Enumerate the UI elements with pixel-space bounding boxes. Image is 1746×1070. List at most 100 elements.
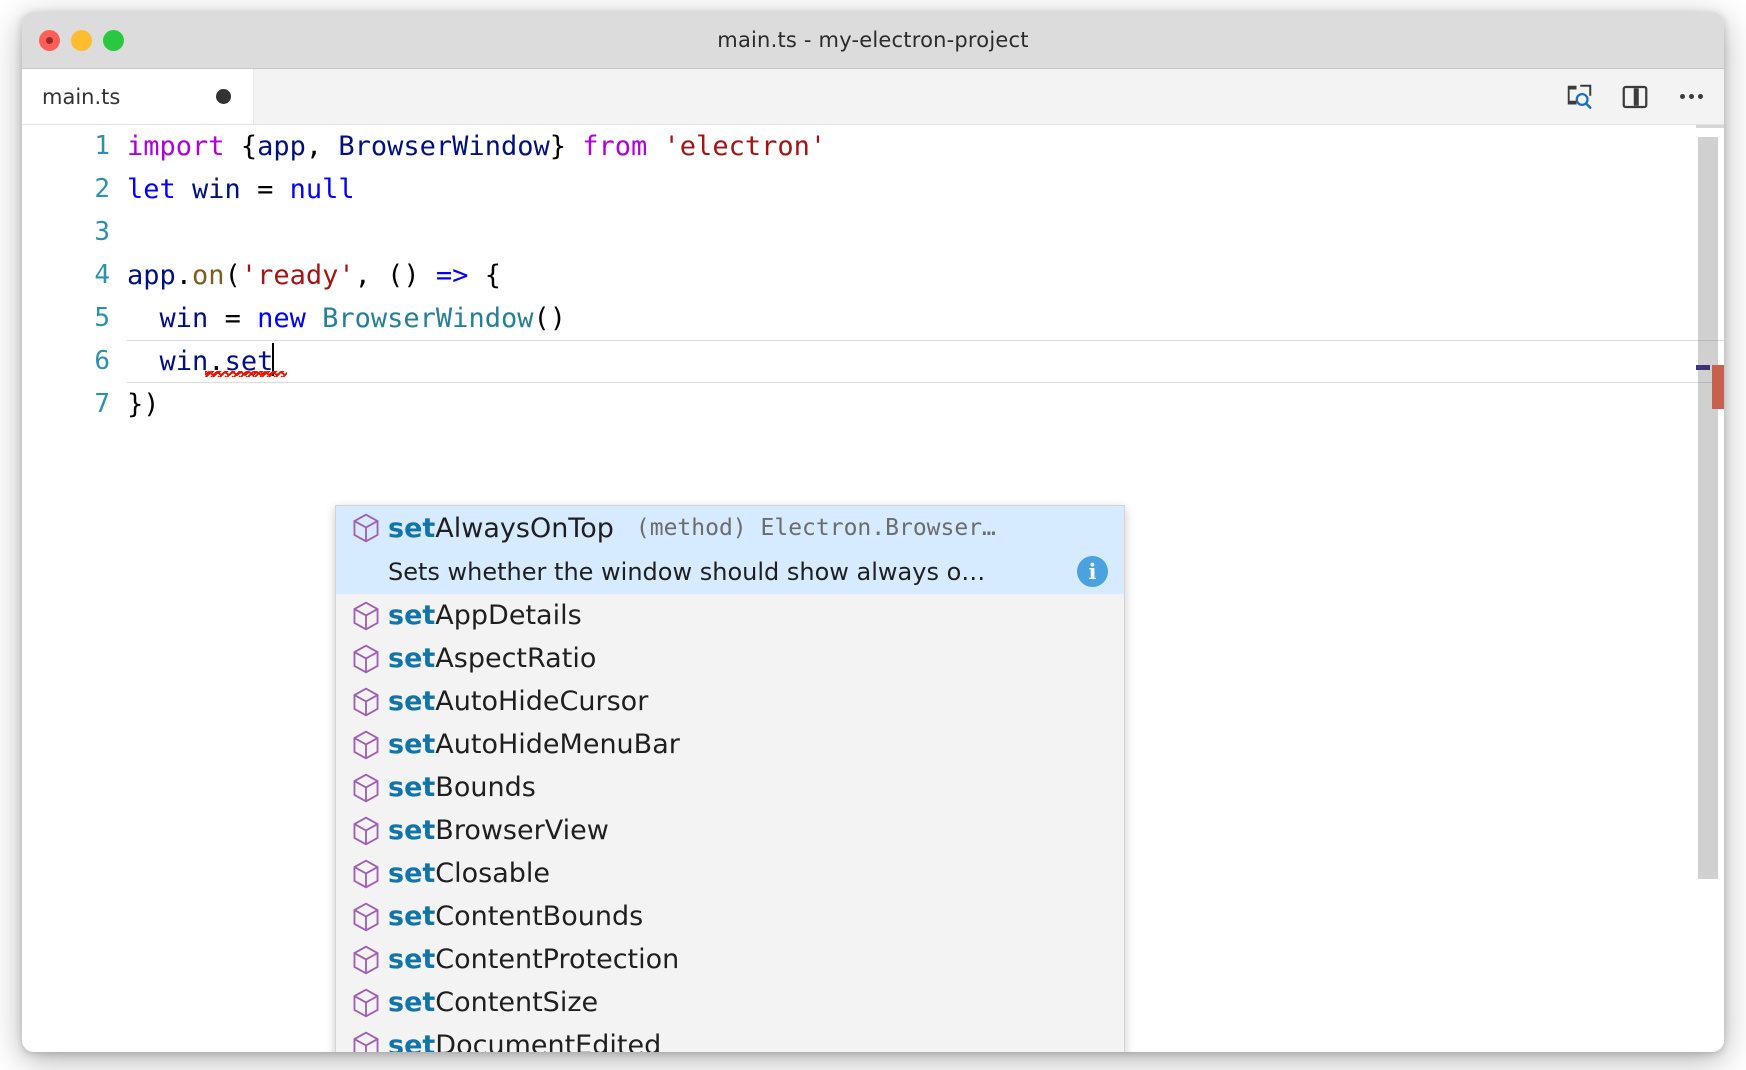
suggest-match-prefix: set	[388, 815, 435, 846]
split-editor-icon[interactable]	[1620, 82, 1650, 112]
ellipsis-glyph	[1680, 94, 1703, 99]
suggest-item-label: setClosable	[388, 858, 550, 889]
line-number: 7	[22, 383, 127, 426]
method-icon	[350, 815, 382, 847]
traffic-light-group	[39, 30, 124, 51]
suggest-widget[interactable]: setAlwaysOnTop (method) Electron.Browser…	[335, 505, 1125, 1052]
overview-error-marker[interactable]	[1712, 365, 1724, 409]
method-icon	[350, 987, 382, 1019]
suggest-item-label: setAutoHideMenuBar	[388, 729, 680, 760]
method-icon	[350, 1030, 382, 1053]
method-icon	[350, 772, 382, 804]
suggest-label-rest: ContentBounds	[435, 901, 643, 932]
suggest-match-prefix: set	[388, 729, 435, 760]
line-text: win = new BrowserWindow()	[127, 297, 566, 340]
line-number: 3	[22, 211, 127, 254]
code-line: 4 app.on('ready', () => {	[22, 254, 1724, 297]
suggest-item-label: setBounds	[388, 772, 536, 803]
info-icon[interactable]: i	[1077, 556, 1108, 587]
suggest-match-prefix: set	[388, 858, 435, 889]
suggest-item-selected[interactable]: setAlwaysOnTop (method) Electron.Browser…	[336, 506, 1124, 594]
maximize-button[interactable]	[103, 30, 124, 51]
suggest-match-prefix: set	[388, 600, 435, 631]
suggest-item[interactable]: setAutoHideMenuBar	[336, 723, 1124, 766]
error-squiggle	[205, 371, 287, 377]
suggest-item-container: setAppDetailssetAspectRatiosetAutoHideCu…	[336, 594, 1124, 1052]
suggest-item[interactable]: setContentSize	[336, 981, 1124, 1024]
code-line: 5 win = new BrowserWindow()	[22, 297, 1724, 340]
suggest-item[interactable]: setAutoHideCursor	[336, 680, 1124, 723]
code-line-current: 6 win.set	[22, 340, 1724, 383]
suggest-label-rest: AlwaysOnTop	[435, 513, 614, 544]
tab-main-ts[interactable]: main.ts	[22, 69, 254, 124]
suggest-item-documentation-row: Sets whether the window should show alwa…	[336, 550, 1124, 594]
suggest-item-label: setAppDetails	[388, 600, 582, 631]
suggest-label-rest: AutoHideCursor	[435, 686, 648, 717]
suggest-match-prefix: set	[388, 686, 435, 717]
minimize-button[interactable]	[71, 30, 92, 51]
line-number: 1	[22, 125, 127, 168]
suggest-item[interactable]: setContentProtection	[336, 938, 1124, 981]
code-editor[interactable]: 1 import {app, BrowserWindow} from 'elec…	[22, 125, 1724, 1052]
code-line: 3	[22, 211, 1724, 254]
suggest-label-rest: AutoHideMenuBar	[435, 729, 680, 760]
suggest-item-label: setDocumentEdited	[388, 1030, 661, 1052]
suggest-match-prefix: set	[388, 513, 435, 544]
suggest-item[interactable]: setAppDetails	[336, 594, 1124, 637]
line-number: 4	[22, 254, 127, 297]
scrollbar-thumb[interactable]	[1698, 137, 1718, 879]
suggest-match-prefix: set	[388, 944, 435, 975]
method-icon	[350, 944, 382, 976]
suggest-label-rest: Closable	[435, 858, 550, 889]
window-title: main.ts - my-electron-project	[22, 28, 1724, 52]
suggest-label-rest: AspectRatio	[435, 643, 596, 674]
suggest-item[interactable]: setClosable	[336, 852, 1124, 895]
more-actions-icon[interactable]	[1676, 82, 1706, 112]
suggest-item[interactable]: setContentBounds	[336, 895, 1124, 938]
line-number: 6	[22, 340, 127, 383]
suggest-item[interactable]: setBrowserView	[336, 809, 1124, 852]
suggest-match-prefix: set	[388, 987, 435, 1018]
suggest-match-prefix: set	[388, 772, 435, 803]
editor-actions	[1564, 69, 1706, 124]
tab-label: main.ts	[42, 85, 120, 109]
line-number: 2	[22, 168, 127, 211]
line-text: win.set	[127, 340, 274, 383]
method-icon	[350, 729, 382, 761]
close-button[interactable]	[39, 30, 60, 51]
overview-cursor-marker	[1696, 365, 1710, 370]
method-icon	[350, 512, 382, 544]
suggest-item-label: setBrowserView	[388, 815, 609, 846]
unsaved-changes-dot[interactable]	[216, 89, 231, 104]
suggest-item-label: setAspectRatio	[388, 643, 596, 674]
suggest-item-header: setAlwaysOnTop (method) Electron.Browser…	[336, 506, 1124, 550]
suggest-item[interactable]: setDocumentEdited	[336, 1024, 1124, 1052]
code-line: 1 import {app, BrowserWindow} from 'elec…	[22, 125, 1724, 168]
suggest-item-label: setAlwaysOnTop	[388, 513, 614, 544]
suggest-list: setAlwaysOnTop (method) Electron.Browser…	[336, 506, 1124, 1052]
suggest-item-label: setContentSize	[388, 987, 598, 1018]
suggest-label-rest: Bounds	[435, 772, 535, 803]
suggest-label-rest: DocumentEdited	[435, 1030, 661, 1052]
suggest-item[interactable]: setBounds	[336, 766, 1124, 809]
line-text: })	[127, 383, 160, 426]
suggest-match-prefix: set	[388, 643, 435, 674]
window-titlebar: main.ts - my-electron-project	[22, 12, 1724, 69]
suggest-item-detail: (method) Electron.Browser…	[636, 515, 996, 541]
line-number: 5	[22, 297, 127, 340]
suggest-match-prefix: set	[388, 901, 435, 932]
suggest-label-rest: ContentSize	[435, 987, 598, 1018]
suggest-item-label: setContentBounds	[388, 901, 643, 932]
method-icon	[350, 600, 382, 632]
method-icon	[350, 643, 382, 675]
suggest-item[interactable]: setAspectRatio	[336, 637, 1124, 680]
method-icon	[350, 901, 382, 933]
screenshot-root: main.ts - my-electron-project main.ts	[0, 0, 1746, 1070]
method-icon	[350, 686, 382, 718]
suggest-item-documentation: Sets whether the window should show alwa…	[388, 558, 998, 586]
suggest-item-label: setContentProtection	[388, 944, 679, 975]
editor-scrollbar[interactable]	[1696, 125, 1724, 1052]
line-text: import {app, BrowserWindow} from 'electr…	[127, 125, 826, 168]
open-preview-icon[interactable]	[1564, 82, 1594, 112]
code-line: 7 })	[22, 383, 1724, 426]
